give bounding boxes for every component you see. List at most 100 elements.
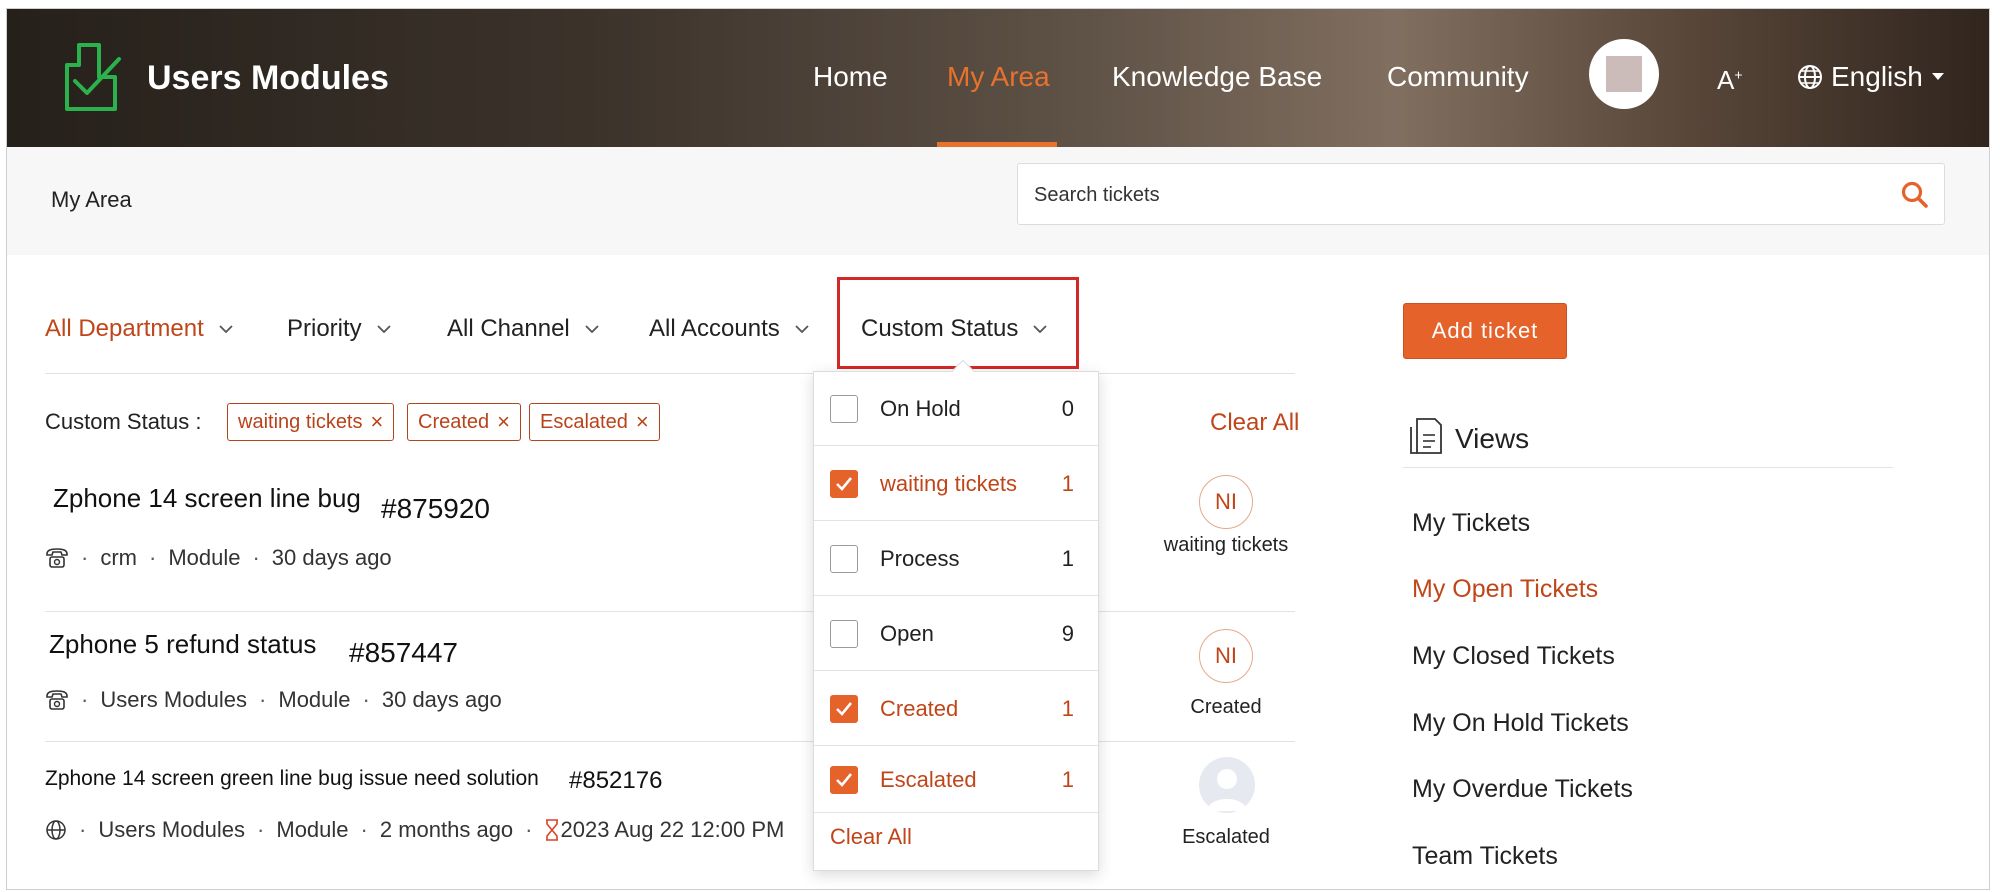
ticket-module: Module bbox=[168, 545, 241, 570]
ticket-id[interactable]: #857447 bbox=[349, 637, 458, 669]
dropdown-clear-all-link[interactable]: Clear All bbox=[830, 824, 912, 850]
remove-chip-icon[interactable]: × bbox=[497, 411, 510, 433]
view-my-closed-tickets[interactable]: My Closed Tickets bbox=[1412, 642, 1615, 671]
separator: · bbox=[252, 545, 260, 570]
option-label: waiting tickets bbox=[880, 470, 1017, 496]
dropdown-option-created[interactable]: Created 1 bbox=[814, 672, 1098, 746]
ticket-time: 30 days ago bbox=[381, 687, 502, 712]
ticket-title[interactable]: Zphone 14 screen green line bug issue ne… bbox=[45, 767, 539, 791]
chevron-down-icon bbox=[377, 325, 391, 334]
brand-logo-icon[interactable] bbox=[57, 37, 127, 117]
caret-down-icon bbox=[1931, 73, 1944, 80]
row-divider bbox=[45, 741, 1295, 742]
chevron-down-icon bbox=[219, 325, 233, 334]
view-team-tickets[interactable]: Team Tickets bbox=[1412, 842, 1558, 871]
chip-waiting-tickets: waiting tickets × bbox=[227, 403, 395, 441]
separator: · bbox=[362, 687, 370, 712]
app-window: Users Modules Home My Area Knowledge Bas… bbox=[6, 8, 1990, 890]
nav-knowledge-base[interactable]: Knowledge Base bbox=[1112, 61, 1322, 93]
ticket-id[interactable]: #852176 bbox=[569, 767, 662, 795]
check-icon bbox=[836, 701, 853, 716]
option-label: Open bbox=[880, 620, 934, 646]
custom-status-highlight bbox=[837, 277, 1079, 369]
checkbox-checked[interactable] bbox=[830, 469, 858, 498]
clear-all-filters-link[interactable]: Clear All bbox=[1210, 409, 1299, 437]
globe-icon bbox=[46, 820, 66, 840]
option-label: Created bbox=[880, 695, 959, 721]
ticket-due-date: 2023 Aug 22 12:00 PM bbox=[560, 817, 785, 842]
filter-channel[interactable]: All Channel bbox=[447, 315, 600, 343]
ticket-account: Users Modules bbox=[98, 817, 246, 842]
checkbox[interactable] bbox=[830, 394, 858, 423]
ticket-status: Escalated bbox=[1182, 826, 1270, 848]
separator: · bbox=[81, 687, 89, 712]
checkbox[interactable] bbox=[830, 544, 858, 573]
nav-community[interactable]: Community bbox=[1387, 61, 1529, 93]
ticket-account: crm bbox=[100, 545, 137, 570]
view-my-tickets[interactable]: My Tickets bbox=[1412, 509, 1530, 538]
check-icon bbox=[836, 476, 853, 491]
filter-divider bbox=[45, 373, 1295, 374]
phone-icon bbox=[46, 548, 68, 568]
filter-accounts[interactable]: All Accounts bbox=[649, 315, 810, 343]
filter-department[interactable]: All Department bbox=[45, 315, 234, 343]
nav-home[interactable]: Home bbox=[813, 61, 888, 93]
ticket-title[interactable]: Zphone 5 refund status bbox=[49, 629, 316, 660]
chip-label: Escalated bbox=[540, 410, 628, 433]
user-placeholder-icon bbox=[1207, 769, 1247, 811]
check-icon bbox=[836, 772, 853, 787]
language-label: English bbox=[1831, 61, 1923, 92]
font-size-icon[interactable]: A+ bbox=[1717, 65, 1743, 96]
hourglass-icon bbox=[545, 819, 558, 841]
remove-chip-icon[interactable]: × bbox=[636, 411, 649, 433]
search-input[interactable] bbox=[1034, 178, 1854, 212]
option-count: 1 bbox=[1061, 695, 1074, 721]
checkbox-checked[interactable] bbox=[830, 694, 858, 723]
separator: · bbox=[79, 817, 87, 842]
dropdown-option-on-hold[interactable]: On Hold 0 bbox=[814, 372, 1098, 446]
ticket-account: Users Modules bbox=[100, 687, 248, 712]
chevron-down-icon bbox=[585, 325, 599, 334]
separator: · bbox=[525, 817, 533, 842]
view-my-on-hold-tickets[interactable]: My On Hold Tickets bbox=[1412, 709, 1629, 738]
assignee-avatar[interactable]: NI bbox=[1199, 629, 1253, 683]
ticket-meta: · crm · Module · 30 days ago bbox=[45, 545, 392, 571]
brand-name[interactable]: Users Modules bbox=[147, 59, 389, 98]
chip-escalated: Escalated × bbox=[529, 403, 660, 441]
option-label: Process bbox=[880, 545, 960, 571]
phone-icon bbox=[46, 690, 68, 710]
search-icon[interactable] bbox=[1900, 180, 1930, 210]
ticket-time: 2 months ago bbox=[379, 817, 514, 842]
views-document-icon bbox=[1410, 418, 1442, 454]
option-label: Escalated bbox=[880, 766, 977, 792]
language-selector[interactable]: English bbox=[1797, 61, 1945, 93]
user-avatar-button[interactable] bbox=[1589, 39, 1659, 109]
dropdown-option-open[interactable]: Open 9 bbox=[814, 597, 1098, 671]
checkbox[interactable] bbox=[830, 619, 858, 648]
dropdown-option-escalated[interactable]: Escalated 1 bbox=[814, 747, 1098, 813]
dropdown-option-process[interactable]: Process 1 bbox=[814, 522, 1098, 596]
sub-header: My Area bbox=[7, 147, 1989, 255]
filter-priority[interactable]: Priority bbox=[287, 315, 392, 343]
view-my-open-tickets[interactable]: My Open Tickets bbox=[1412, 575, 1598, 604]
add-ticket-button[interactable]: Add ticket bbox=[1403, 303, 1567, 359]
chip-created: Created × bbox=[407, 403, 522, 441]
row-divider bbox=[45, 611, 1295, 612]
applied-filter-label: Custom Status : bbox=[45, 409, 202, 434]
custom-status-dropdown: On Hold 0 waiting tickets 1 Process 1 Op… bbox=[813, 371, 1099, 871]
ticket-id[interactable]: #875920 bbox=[381, 493, 490, 525]
ticket-title[interactable]: Zphone 14 screen line bug bbox=[53, 483, 361, 514]
assignee-avatar[interactable]: NI bbox=[1199, 475, 1253, 529]
nav-my-area[interactable]: My Area bbox=[947, 61, 1050, 93]
unassigned-avatar[interactable] bbox=[1199, 757, 1255, 813]
view-my-overdue-tickets[interactable]: My Overdue Tickets bbox=[1412, 775, 1633, 804]
chip-label: Created bbox=[418, 410, 490, 433]
dropdown-option-waiting-tickets[interactable]: waiting tickets 1 bbox=[814, 447, 1098, 521]
checkbox-checked[interactable] bbox=[830, 765, 858, 794]
option-count: 9 bbox=[1061, 620, 1074, 646]
remove-chip-icon[interactable]: × bbox=[371, 411, 384, 433]
ticket-module: Module bbox=[276, 817, 349, 842]
separator: · bbox=[257, 817, 265, 842]
option-count: 1 bbox=[1061, 545, 1074, 571]
views-divider bbox=[1403, 467, 1893, 468]
